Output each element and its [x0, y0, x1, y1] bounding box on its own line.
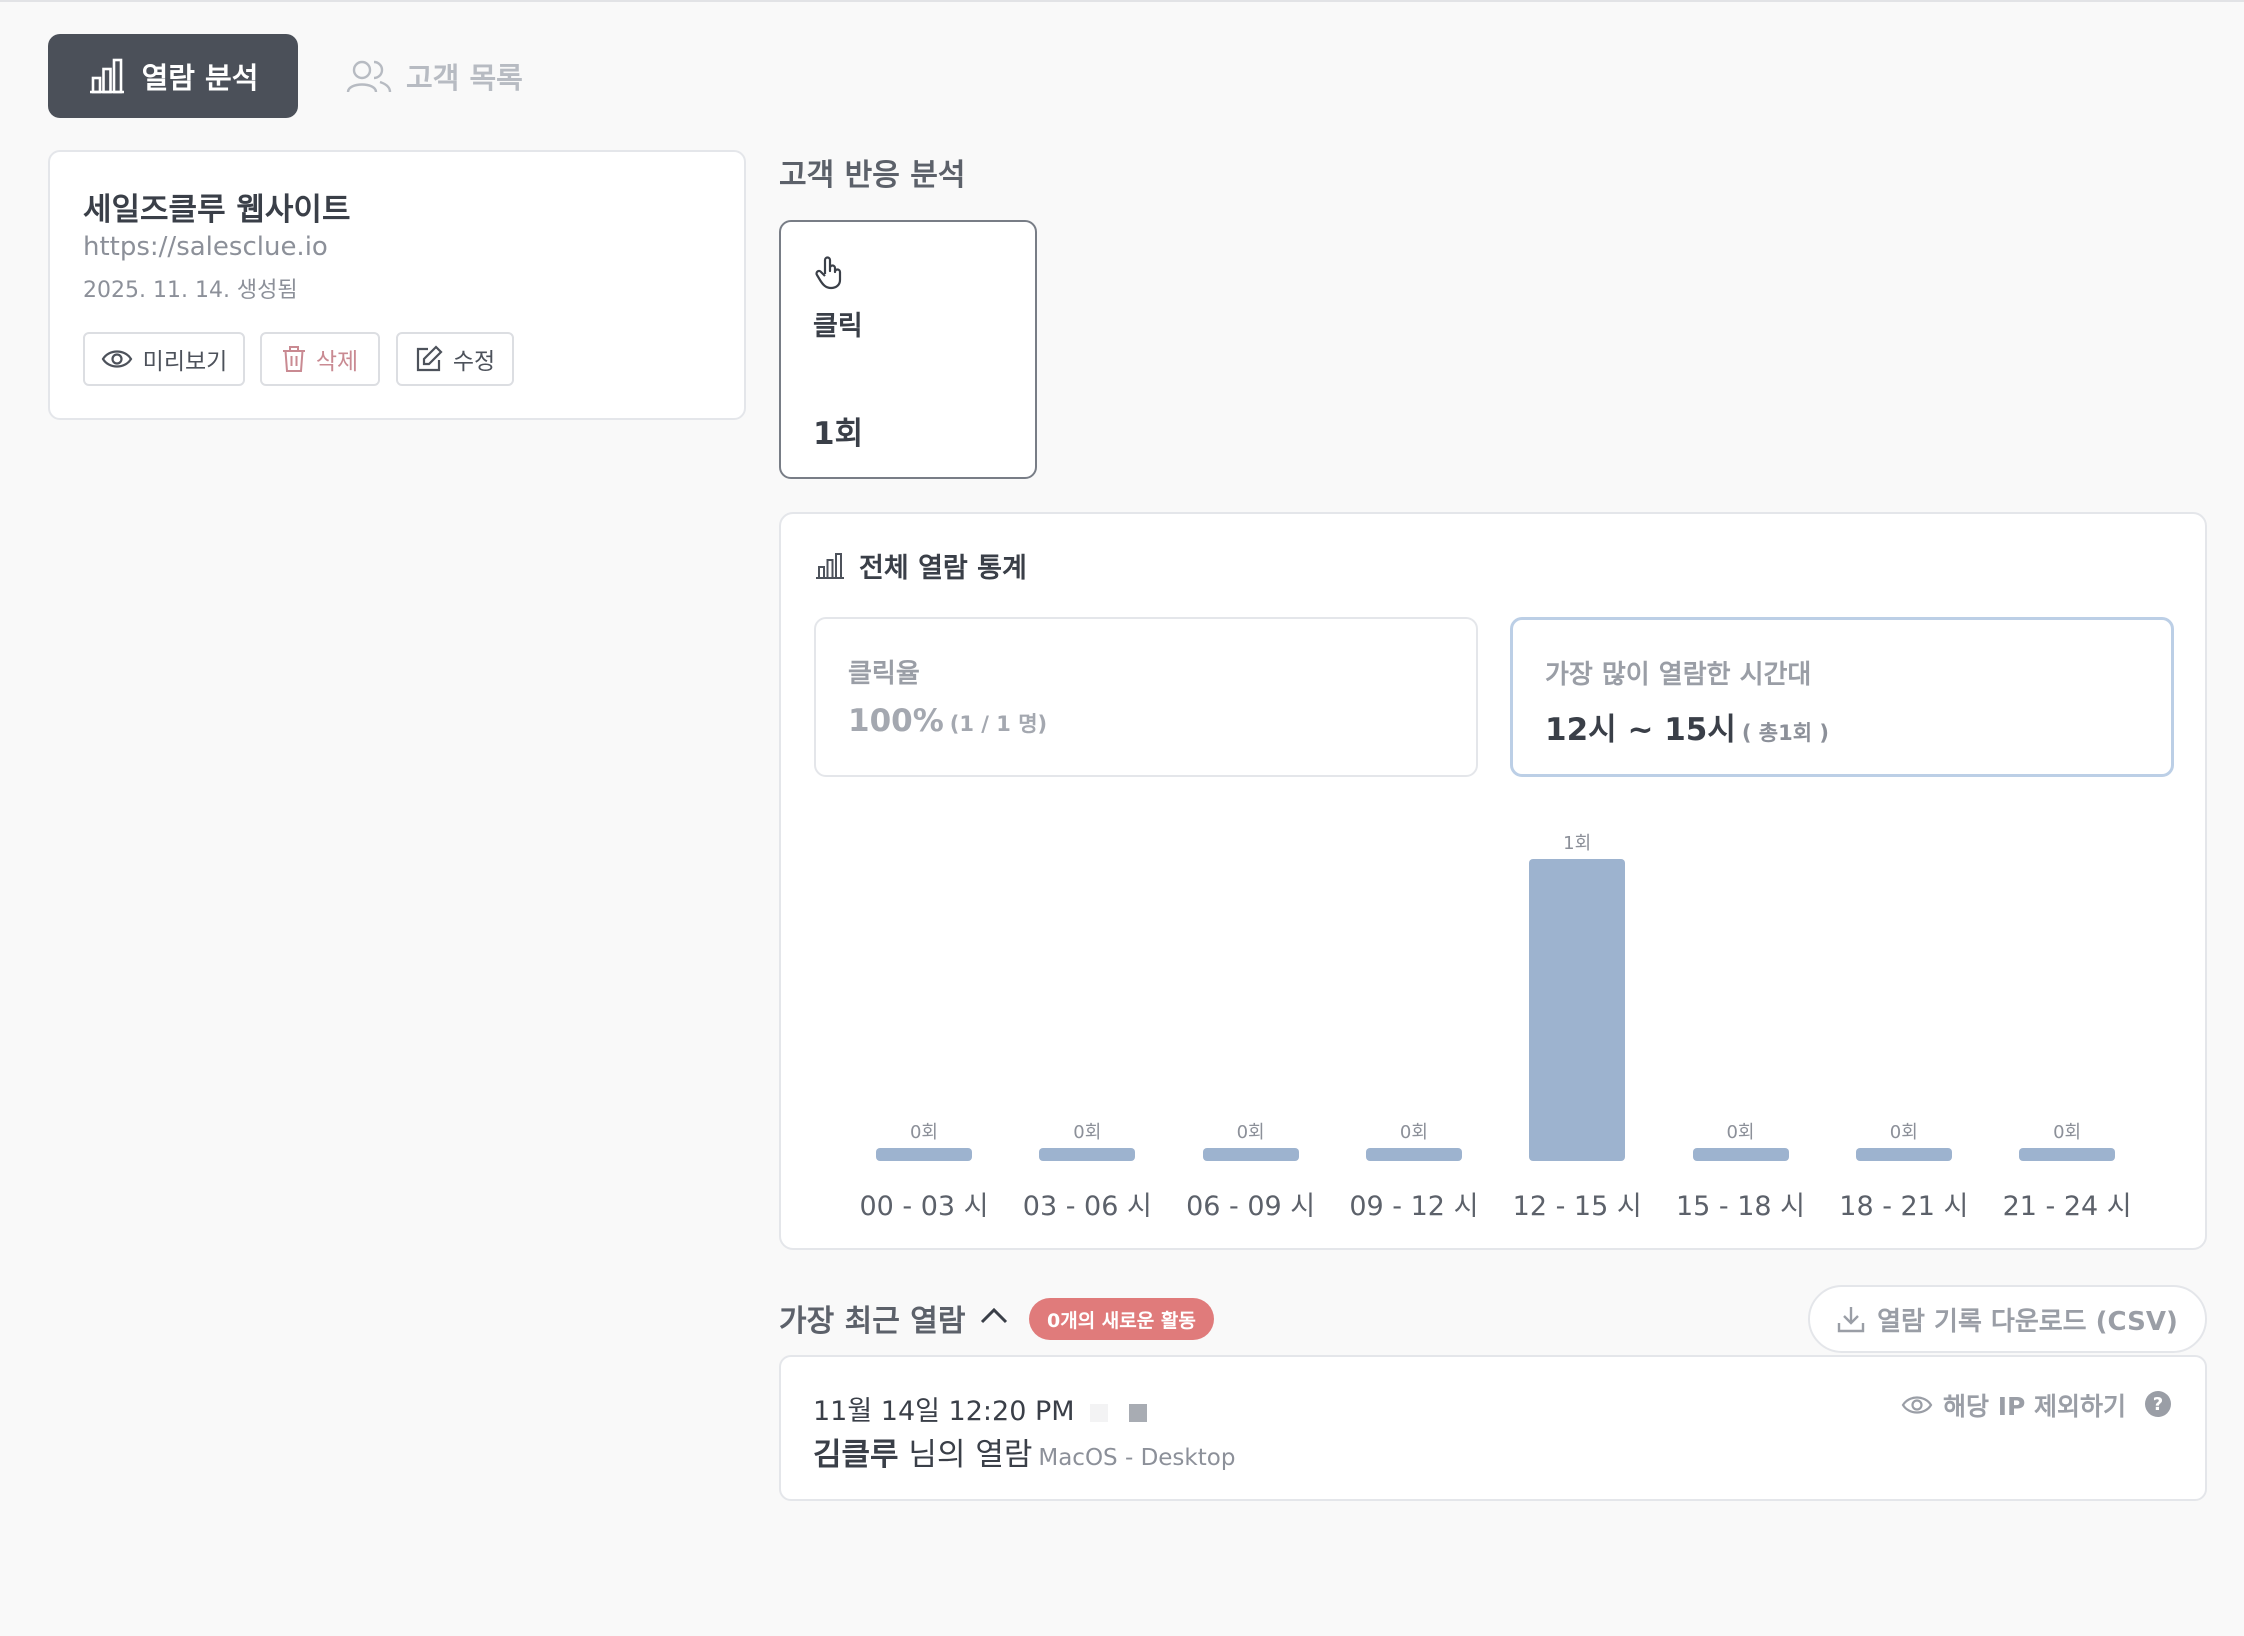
site-url[interactable]: https://salesclue.io	[83, 232, 328, 262]
chart-data-label: 1회	[1563, 833, 1592, 854]
site-card: 세일즈클루 웹사이트 https://salesclue.io 2025. 11…	[48, 150, 746, 420]
chart-bar	[1365, 1148, 1462, 1161]
tab-customers-label: 고객 목록	[406, 61, 523, 95]
chart-tick-label: 03 - 06 시	[1022, 1191, 1152, 1222]
site-created-date: 2025. 11. 14. 생성됨	[83, 278, 298, 303]
eye-icon	[101, 350, 132, 368]
chart-data-label: 0회	[1726, 1122, 1755, 1143]
users-icon	[346, 60, 392, 93]
trash-icon	[282, 346, 305, 372]
preview-button[interactable]: 미리보기	[83, 332, 245, 386]
activity-description: 김클루 님의 열람 MacOS - Desktop	[813, 1429, 1235, 1474]
chart-data-label: 0회	[1889, 1122, 1918, 1143]
chart-tick-label: 09 - 12 시	[1349, 1191, 1479, 1222]
chart-bar	[1529, 859, 1626, 1161]
download-csv-label: 열람 기록 다운로드 (CSV)	[1877, 1306, 2178, 1337]
site-title: 세일즈클루 웹사이트	[83, 192, 351, 228]
reaction-section-title: 고객 반응 분석	[779, 158, 966, 193]
overall-stats-card: 전체 열람 통계 클릭율 100% (1 / 1 명) 가장 많이 열람한 시간대…	[779, 512, 2207, 1250]
pointer-hand-icon	[815, 256, 842, 290]
chart-bar	[1202, 1148, 1299, 1161]
chart-bar	[1855, 1148, 1952, 1161]
chart-data-label: 0회	[2053, 1122, 2082, 1143]
activity-item: 11월 14일 12:20 PM 김클루 님의 열람 MacOS - Deskto…	[779, 1355, 2207, 1501]
exclude-ip-button[interactable]: 해당 IP 제외하기	[1901, 1387, 2126, 1423]
chart-data-label: 0회	[1073, 1122, 1102, 1143]
delete-button[interactable]: 삭제	[260, 332, 380, 386]
eye-icon	[1901, 1396, 1933, 1414]
chart-bar	[876, 1148, 972, 1161]
click-count: 1회	[813, 416, 864, 452]
chart-bar	[1039, 1148, 1136, 1161]
recent-section-title: 가장 최근 열람	[779, 1304, 966, 1339]
click-label: 클릭	[813, 311, 863, 342]
status-indicator	[1129, 1404, 1147, 1422]
new-activity-badge: 0개의 새로운 활동	[1029, 1298, 1214, 1340]
chart-data-label: 0회	[1399, 1122, 1428, 1143]
download-csv-button[interactable]: 열람 기록 다운로드 (CSV)	[1808, 1285, 2207, 1353]
chart-tick-label: 15 - 18 시	[1675, 1191, 1806, 1222]
status-indicator	[1090, 1404, 1108, 1422]
chart-bar	[1692, 1148, 1789, 1161]
exclude-ip-label: 해당 IP 제외하기	[1943, 1392, 2127, 1421]
chart-tick-label: 18 - 21 시	[1839, 1191, 1969, 1222]
chart-data-label: 0회	[1236, 1122, 1265, 1143]
viewer-name: 김클루	[813, 1437, 899, 1473]
hourly-views-chart: 0회 00 - 03 시 0회 03 - 06 시 0회 06 - 09 시 0회 09 - …	[781, 514, 2209, 1252]
tab-analytics[interactable]: 열람 분석	[48, 34, 298, 118]
tab-analytics-label: 열람 분석	[141, 61, 259, 95]
click-metric-card[interactable]: 클릭 1회	[779, 220, 1037, 479]
download-icon	[1837, 1307, 1865, 1333]
edit-button-label: 수정	[452, 349, 496, 375]
chart-tick-label: 12 - 15 시	[1512, 1191, 1642, 1222]
chart-tick-label: 06 - 09 시	[1186, 1191, 1316, 1222]
chart-tick-label: 00 - 03 시	[859, 1191, 989, 1222]
preview-button-label: 미리보기	[142, 349, 228, 375]
chevron-up-icon[interactable]	[978, 1302, 1010, 1328]
chart-bar	[2019, 1148, 2116, 1161]
top-divider	[0, 0, 2244, 2]
help-icon[interactable]: ?	[2145, 1391, 2171, 1417]
edit-icon	[416, 345, 443, 372]
chart-tick-label: 21 - 24 시	[2002, 1191, 2132, 1222]
activity-suffix: 님의 열람	[908, 1437, 1033, 1473]
activity-time: 11월 14일 12:20 PM	[813, 1396, 1075, 1427]
tab-customers[interactable]: 고객 목록	[346, 34, 523, 118]
chart-data-label: 0회	[909, 1122, 938, 1143]
delete-button-label: 삭제	[315, 349, 359, 375]
viewer-device: MacOS - Desktop	[1038, 1445, 1236, 1471]
bar-chart-icon	[89, 58, 124, 94]
edit-button[interactable]: 수정	[396, 332, 514, 386]
